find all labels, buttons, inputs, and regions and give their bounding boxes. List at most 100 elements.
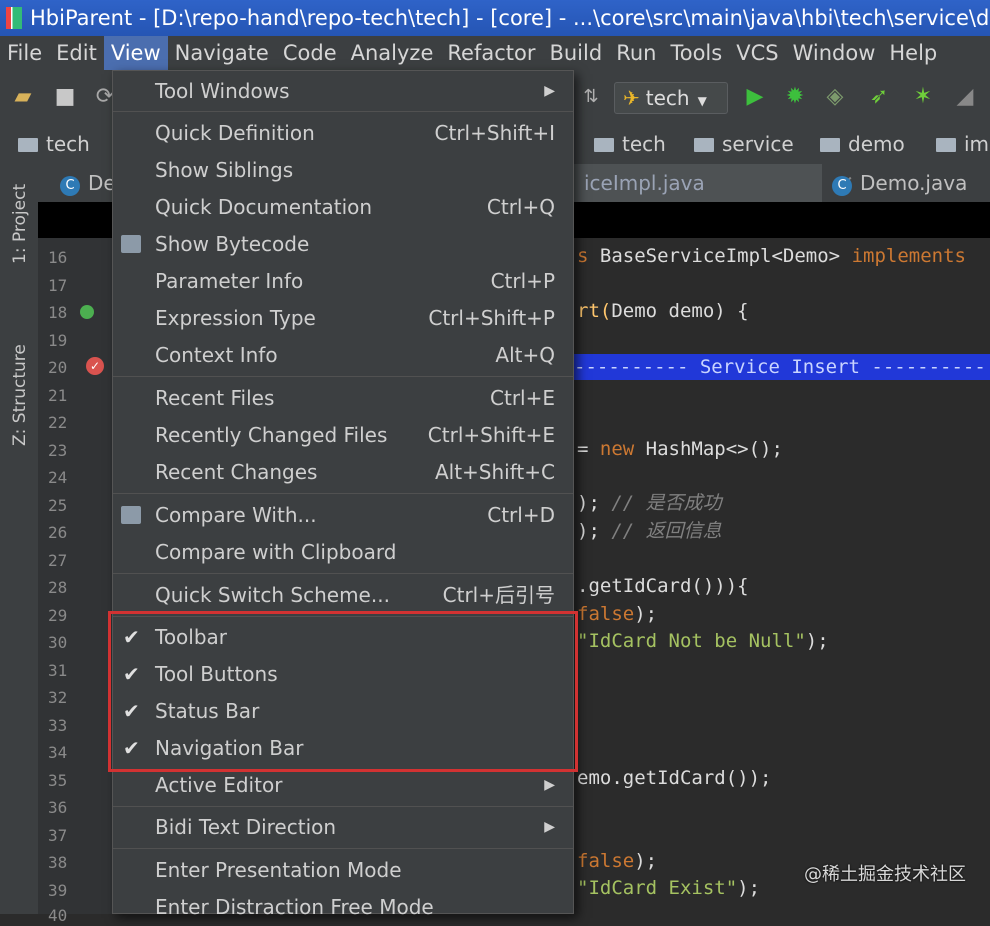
menu-window[interactable]: Window — [786, 36, 883, 70]
code-token: ); — [577, 492, 612, 514]
menu-view[interactable]: View — [103, 36, 168, 70]
line-number: 19 — [48, 331, 68, 350]
code-line-30: "IdCard Not be Null"); — [577, 630, 829, 652]
line-number: 30 — [48, 633, 68, 652]
menu-item-tool-windows[interactable]: Tool Windows ▶ — [113, 73, 573, 109]
breadcrumb-service[interactable]: service — [694, 130, 794, 158]
menu-analyze[interactable]: Analyze — [344, 36, 441, 70]
project-tool-button[interactable]: 1: Project — [10, 184, 30, 264]
code-line-18: rt(Demo demo) { — [577, 300, 749, 322]
menu-item-active-editor[interactable]: Active Editor ▶ — [113, 767, 573, 803]
menu-separator — [113, 806, 573, 807]
menu-item-shortcut: Ctrl+Q — [486, 195, 555, 219]
bytecode-icon — [121, 235, 141, 253]
line-number: 40 — [48, 906, 68, 925]
menu-item-label: Recently Changed Files — [155, 423, 388, 447]
menu-item-expression-type[interactable]: Expression Type Ctrl+Shift+P — [113, 300, 573, 336]
submenu-arrow-icon: ▶ — [544, 777, 555, 793]
code-token: Demo demo) { — [611, 300, 749, 322]
line-number: 20 — [48, 358, 68, 377]
menu-item-compare-with[interactable]: Compare With... Ctrl+D — [113, 497, 573, 533]
folder-icon — [936, 138, 956, 152]
menu-item-status-bar[interactable]: ✔ Status Bar — [113, 693, 573, 729]
menu-item-quick-definition[interactable]: Quick Definition Ctrl+Shift+I — [113, 115, 573, 151]
menu-item-bidi-text-direction[interactable]: Bidi Text Direction ▶ — [113, 809, 573, 845]
code-string: "IdCard Not be Null" — [577, 630, 806, 652]
menu-item-show-bytecode[interactable]: Show Bytecode — [113, 226, 573, 262]
menu-item-shortcut: Alt+Q — [495, 343, 555, 367]
menu-item-label: Enter Distraction Free Mode — [155, 895, 434, 919]
open-folder-icon[interactable]: ▰ — [10, 84, 36, 110]
menu-item-navigation-bar[interactable]: ✔ Navigation Bar — [113, 730, 573, 766]
code-line-35: emo.getIdCard()); — [577, 767, 772, 789]
menu-item-label: Status Bar — [155, 699, 260, 723]
breakpoint-icon[interactable]: ✓ — [86, 357, 104, 375]
menu-item-tool-buttons[interactable]: ✔ Tool Buttons — [113, 656, 573, 692]
left-tool-window-bar: 1: Project Z: Structure — [0, 164, 39, 914]
menu-refactor[interactable]: Refactor — [440, 36, 542, 70]
menu-code[interactable]: Code — [276, 36, 344, 70]
code-token: new — [599, 438, 635, 460]
menu-item-label: Recent Changes — [155, 460, 318, 484]
menu-file[interactable]: File — [0, 36, 49, 70]
coverage-icon[interactable]: ◈ — [822, 84, 848, 110]
menu-item-compare-with-clipboard[interactable]: Compare with Clipboard — [113, 534, 573, 570]
menu-item-enter-distraction-free-mode[interactable]: Enter Distraction Free Mode — [113, 889, 573, 925]
menu-navigate[interactable]: Navigate — [168, 36, 276, 70]
code-token: false — [577, 603, 635, 625]
build-icon[interactable]: ⇅ — [578, 84, 604, 110]
menu-item-label: Toolbar — [155, 625, 228, 649]
line-number: 18 — [48, 303, 68, 322]
menu-item-show-siblings[interactable]: Show Siblings — [113, 152, 573, 188]
menu-item-parameter-info[interactable]: Parameter Info Ctrl+P — [113, 263, 573, 299]
menu-item-recent-changes[interactable]: Recent Changes Alt+Shift+C — [113, 454, 573, 490]
watermark: @稀土掘金技术社区 — [804, 864, 966, 885]
stop-icon[interactable]: ◢ — [952, 84, 978, 110]
line-number: 28 — [48, 578, 68, 597]
profile-icon[interactable]: ➶ — [866, 84, 892, 110]
line-number: 34 — [48, 743, 68, 762]
breadcrumb-impl[interactable]: im — [936, 130, 989, 158]
breadcrumb-tech[interactable]: tech — [594, 130, 666, 158]
run-config-label: tech — [645, 86, 690, 110]
debug-icon[interactable]: ✹ — [782, 84, 808, 110]
menu-item-recently-changed-files[interactable]: Recently Changed Files Ctrl+Shift+E — [113, 417, 573, 453]
menu-item-recent-files[interactable]: Recent Files Ctrl+E — [113, 380, 573, 416]
structure-tool-button[interactable]: Z: Structure — [10, 344, 30, 446]
menu-item-enter-presentation-mode[interactable]: Enter Presentation Mode — [113, 852, 573, 888]
line-number: 23 — [48, 441, 68, 460]
tab-demo-java[interactable]: C Demo.java — [822, 164, 977, 202]
menu-build[interactable]: Build — [542, 36, 609, 70]
service-insert-banner: ---------- Service Insert ---------- — [574, 354, 990, 380]
menu-item-toolbar[interactable]: ✔ Toolbar — [113, 619, 573, 655]
code-string: "IdCard Exist" — [577, 877, 738, 899]
line-number: 27 — [48, 551, 68, 570]
menu-run[interactable]: Run — [609, 36, 663, 70]
tab-serviceimpl[interactable]: iceImpl.java✕ — [574, 164, 854, 202]
menu-item-context-info[interactable]: Context Info Alt+Q — [113, 337, 573, 373]
breadcrumb-demo[interactable]: demo — [820, 130, 905, 158]
menu-help[interactable]: Help — [882, 36, 944, 70]
breadcrumb-project[interactable]: tech — [18, 130, 90, 158]
class-icon: C — [832, 176, 852, 196]
menu-item-quick-switch-scheme[interactable]: Quick Switch Scheme... Ctrl+后引号 — [113, 577, 573, 613]
run-icon[interactable]: ▶ — [742, 84, 768, 110]
code-line-38: false); — [577, 850, 657, 872]
implements-gutter-icon[interactable] — [80, 305, 94, 319]
breadcrumb-label: service — [722, 132, 794, 156]
menu-vcs[interactable]: VCS — [729, 36, 785, 70]
line-number: 33 — [48, 716, 68, 735]
menu-edit[interactable]: Edit — [49, 36, 104, 70]
line-number: 37 — [48, 826, 68, 845]
code-token: ); — [805, 630, 829, 652]
folder-icon — [694, 138, 714, 152]
code-line-25: ); // 是否成功 — [577, 492, 722, 514]
code-token: rt( — [577, 300, 612, 322]
run-configuration-select[interactable]: ✈ tech ▼ — [614, 82, 728, 114]
menu-item-shortcut: Alt+Shift+C — [434, 460, 555, 484]
menu-item-quick-documentation[interactable]: Quick Documentation Ctrl+Q — [113, 189, 573, 225]
menu-tools[interactable]: Tools — [663, 36, 729, 70]
attach-debugger-icon[interactable]: ✶ — [910, 84, 936, 110]
menu-item-shortcut: Ctrl+Shift+P — [428, 306, 555, 330]
save-icon[interactable]: ■ — [52, 84, 78, 110]
